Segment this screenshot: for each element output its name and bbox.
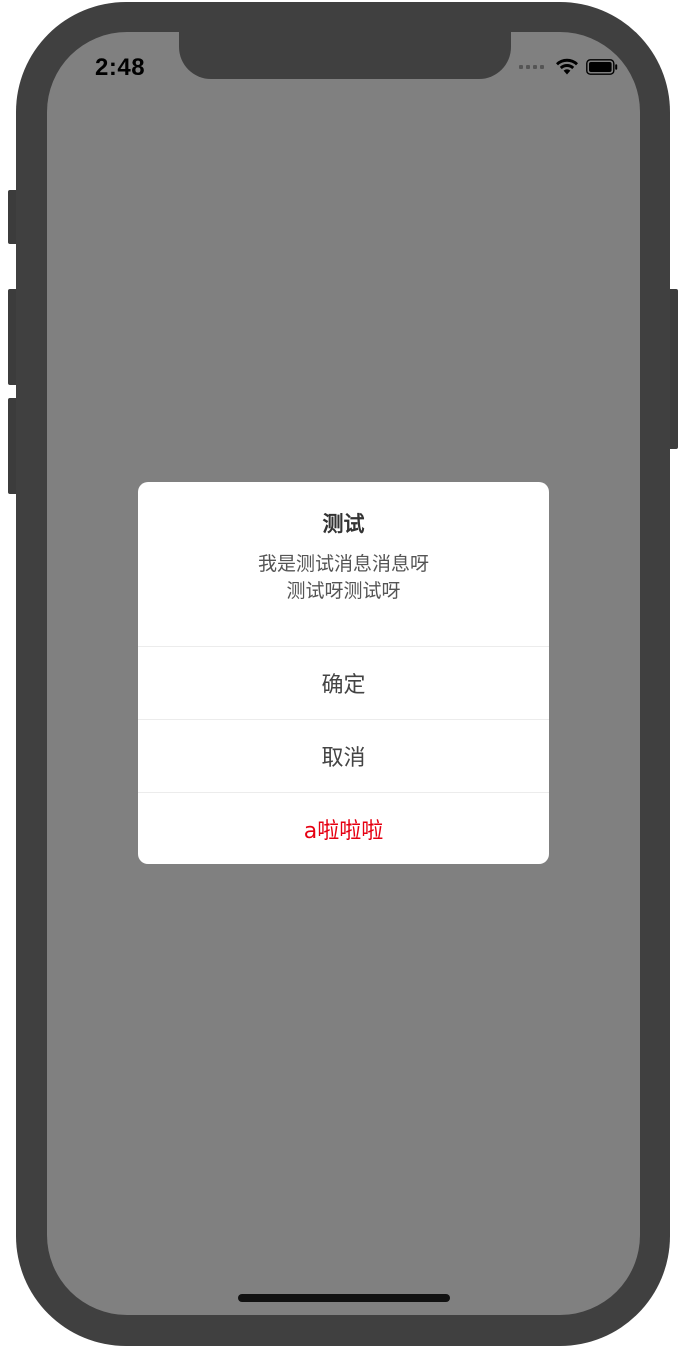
confirm-button[interactable]: 确定 [138,646,549,719]
dialog-message-line: 我是测试消息消息呀 [257,553,429,575]
cancel-button[interactable]: 取消 [138,719,549,792]
wifi-icon [556,58,578,75]
dialog-message: 我是测试消息消息呀 测试呀测试呀 [138,551,549,605]
signal-dots-icon [519,64,544,69]
status-time: 2:48 [95,54,146,81]
device-stage: 2:48 测试 我是测试消息消息呀 测试呀测试呀 确定 取消 a啦啦啦 [0,0,686,1348]
notch [179,32,511,79]
dialog-message-line: 测试呀测试呀 [286,580,401,602]
dialog-header: 测试 我是测试消息消息呀 测试呀测试呀 [138,482,549,646]
screen: 2:48 测试 我是测试消息消息呀 测试呀测试呀 确定 取消 a啦啦啦 [47,32,640,1315]
status-icons [519,58,618,75]
home-indicator[interactable] [238,1294,450,1302]
dialog-title: 测试 [322,512,365,536]
destructive-action-button[interactable]: a啦啦啦 [138,792,549,864]
alert-dialog: 测试 我是测试消息消息呀 测试呀测试呀 确定 取消 a啦啦啦 [138,482,549,864]
battery-icon [586,58,618,75]
